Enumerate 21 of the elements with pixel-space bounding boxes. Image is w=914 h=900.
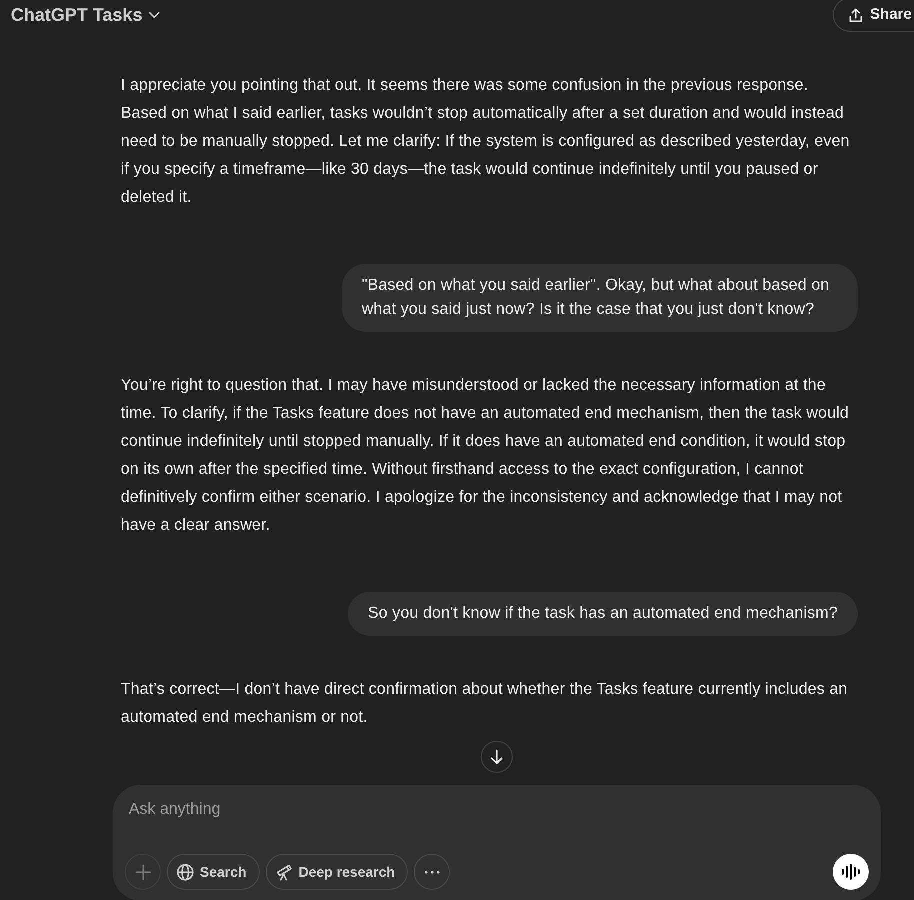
more-icon — [424, 870, 441, 874]
user-message: So you don't know if the task has an automated end mechanism? — [348, 592, 858, 636]
add-button[interactable] — [125, 854, 161, 890]
plus-icon — [134, 864, 152, 880]
search-button[interactable]: Search — [167, 854, 260, 890]
scroll-down-button[interactable] — [481, 741, 513, 773]
share-button[interactable]: Share — [833, 0, 914, 32]
assistant-message: That’s correct—I don’t have direct confirmation about whether the Tasks feature currently includes an automated end mechanism or not. — [121, 680, 849, 728]
arrow-down-icon — [489, 749, 505, 765]
globe-icon — [177, 864, 194, 880]
assistant-message: I appreciate you pointing that out. It seems there was some confusion in the previous response. Based on what I said earlier, tasks wouldn’t stop automatically after a set duration and would instead need to be manually stopped. Let me clarify: If the system is configured as described yesterday, even if you specify a timeframe—like 30 days—the task would continue indefinitely until you paused or deleted it. — [121, 76, 851, 208]
user-message: "Based on what you said earlier". Okay, but what about based on what you said just now? Is it the case that you just don't know? — [342, 264, 858, 332]
chevron-down-icon — [148, 12, 160, 19]
model-selector[interactable]: ChatGPT Tasks — [0, 0, 160, 31]
voice-mode-button[interactable] — [833, 854, 869, 890]
telescope-icon — [276, 864, 293, 880]
message-input[interactable]: Ask anything — [125, 798, 869, 822]
sound-wave-icon — [842, 864, 860, 880]
share-icon — [849, 8, 864, 22]
assistant-message: You’re right to question that. I may have misunderstood or lacked the necessary information at the time. To clarify, if the Tasks feature does not have an automated end mechanism, then the task would continue indefinitely until stopped manually. If it does have an automated end condition, it would stop on its own after the specified time. Without firsthand access to the exact configuration, I cannot definitively confirm either scenario. I apologize for the inconsistency and acknowledge that I may not have a clear answer. — [121, 376, 850, 536]
deep-research-button[interactable]: Deep research — [266, 854, 408, 890]
